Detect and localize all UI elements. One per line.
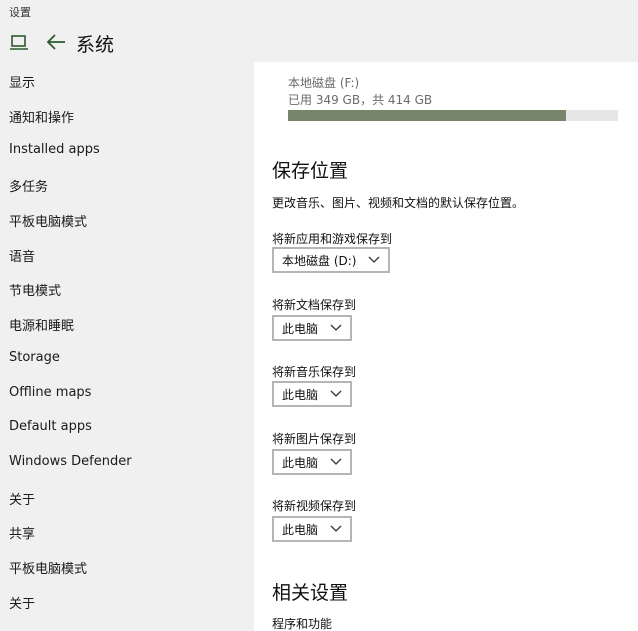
videos-save-dropdown[interactable]: 此电脑 [272,516,353,542]
music-save-value: 此电脑 [282,387,319,402]
chevron-down-icon [330,390,342,397]
pictures-save-value: 此电脑 [282,455,319,470]
drive-usage-bar [288,110,618,121]
sidebar-item-tablet-mode-2[interactable]: 平板电脑模式 [9,558,87,580]
sidebar-item-default-apps[interactable]: Default apps [9,419,92,441]
back-arrow-icon[interactable] [45,32,67,52]
documents-save-dropdown[interactable]: 此电脑 [272,315,353,341]
chevron-down-icon [330,525,342,532]
drive-name: 本地磁盘 (F:) [288,76,360,90]
related-settings-heading: 相关设置 [272,582,349,604]
sidebar-item-notifications[interactable]: 通知和操作 [9,107,74,129]
pictures-save-dropdown[interactable]: 此电脑 [272,449,353,475]
sidebar-item-about[interactable]: 关于 [9,489,35,511]
laptop-icon [10,35,28,50]
music-save-dropdown[interactable]: 此电脑 [272,381,353,407]
sidebar-item-multitasking[interactable]: 多任务 [9,176,48,198]
sidebar-item-storage[interactable]: Storage [9,350,60,372]
sidebar-item-speech[interactable]: 语音 [9,246,35,268]
save-locations-heading: 保存位置 [272,160,349,182]
drive-usage-text: 已用 349 GB，共 414 GB [288,93,433,107]
programs-features-link[interactable]: 程序和功能 [272,615,332,631]
sidebar-item-offline-maps[interactable]: Offline maps [9,385,91,407]
sidebar-item-battery-saver[interactable]: 节电模式 [9,280,61,302]
apps-save-dropdown[interactable]: 本地磁盘 (D:) [272,247,391,273]
window-title: 设置 [9,6,31,19]
sidebar-item-installed-apps[interactable]: Installed apps [9,142,100,164]
apps-save-label: 将新应用和游戏保存到 [272,232,393,246]
sidebar-item-windows-defender[interactable]: Windows Defender [9,454,132,476]
sidebar-item-share[interactable]: 共享 [9,523,35,545]
videos-save-value: 此电脑 [282,522,319,537]
music-save-label: 将新音乐保存到 [272,365,357,379]
sidebar-item-about-2[interactable]: 关于 [9,593,35,615]
apps-save-value: 本地磁盘 (D:) [282,253,357,268]
drive-usage-bar-fill [288,110,567,121]
sidebar: 显示 通知和操作 Installed apps 多任务 平板电脑模式 语音 节电… [0,62,254,631]
documents-save-label: 将新文档保存到 [272,298,357,312]
chevron-down-icon [369,256,380,263]
main-content: 本地磁盘 (F:) 已用 349 GB，共 414 GB 保存位置 更改音乐、图… [254,62,638,631]
title-bar: 设置 [0,0,638,24]
sidebar-item-tablet-mode[interactable]: 平板电脑模式 [9,211,87,233]
page-header: 系统 [0,24,638,62]
chevron-down-icon [330,458,342,465]
pictures-save-label: 将新图片保存到 [272,432,357,446]
sidebar-item-display[interactable]: 显示 [9,72,35,94]
sidebar-item-power-sleep[interactable]: 电源和睡眠 [9,315,74,337]
videos-save-label: 将新视频保存到 [272,499,357,513]
page-title: 系统 [76,34,115,56]
documents-save-value: 此电脑 [282,321,319,336]
save-locations-description: 更改音乐、图片、视频和文档的默认保存位置。 [272,196,525,210]
chevron-down-icon [330,324,342,331]
